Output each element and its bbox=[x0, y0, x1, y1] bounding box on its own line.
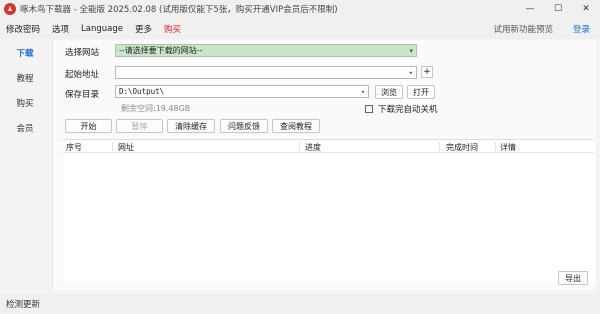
column-divider bbox=[495, 142, 496, 151]
add-url-button[interactable]: + bbox=[421, 66, 433, 78]
window-title: 啄木鸟下载器 - 全能版 2025.02.08 (试用版仅能下5张，购买开通VI… bbox=[20, 5, 338, 15]
start-url-label: 起始地址 bbox=[65, 70, 100, 80]
auto-shutdown-checkbox[interactable] bbox=[365, 105, 373, 113]
menu-change-password[interactable]: 修改密码 bbox=[0, 23, 46, 35]
chevron-down-icon: ▾ bbox=[360, 88, 365, 96]
site-select[interactable]: --请选择要下载的网站-- ▾ bbox=[115, 44, 417, 57]
menu-right-links: 试用新功能预览 登录 bbox=[493, 19, 600, 39]
start-button[interactable]: 开始 bbox=[65, 119, 112, 133]
auto-shutdown-option[interactable]: 下载完自动关机 bbox=[365, 103, 438, 115]
col-details[interactable]: 详情 bbox=[500, 142, 516, 153]
minimize-button[interactable]: — bbox=[516, 0, 544, 18]
column-divider bbox=[299, 142, 300, 151]
trial-preview-link[interactable]: 试用新功能预览 bbox=[493, 23, 553, 35]
clear-cache-button[interactable]: 清除缓存 bbox=[167, 119, 215, 133]
menu-options[interactable]: 选项 bbox=[46, 23, 75, 35]
col-index[interactable]: 序号 bbox=[66, 142, 82, 153]
start-url-input[interactable]: ▾ bbox=[115, 66, 417, 79]
login-link[interactable]: 登录 bbox=[573, 23, 590, 35]
column-divider bbox=[439, 142, 440, 151]
site-select-value: --请选择要下载的网站-- bbox=[119, 46, 203, 55]
sidebar-item-download[interactable]: 下载 bbox=[0, 40, 50, 65]
menu-buy[interactable]: 购买 bbox=[158, 23, 187, 35]
table-header: 序号 网址 进度 完成时间 详情 bbox=[63, 140, 594, 153]
task-table: 序号 网址 进度 完成时间 详情 bbox=[63, 139, 594, 282]
col-progress[interactable]: 进度 bbox=[305, 142, 321, 153]
export-button[interactable]: 导出 bbox=[558, 271, 588, 285]
sidebar: 下载 教程 购买 会员 bbox=[0, 40, 50, 290]
menu-more[interactable]: 更多 bbox=[129, 23, 158, 35]
tutorial-button[interactable]: 查阅教程 bbox=[272, 119, 320, 133]
sidebar-item-buy[interactable]: 购买 bbox=[0, 90, 50, 115]
main-panel: 选择网站 --请选择要下载的网站-- ▾ 起始地址 ▾ + 保存目录 D:\Ou… bbox=[52, 40, 596, 290]
app-logo-icon bbox=[4, 3, 16, 15]
chevron-down-icon: ▾ bbox=[408, 69, 413, 77]
free-space-text: 剩余空间:19.48GB bbox=[121, 104, 191, 113]
close-button[interactable]: ✕ bbox=[572, 0, 600, 18]
column-divider bbox=[112, 142, 113, 151]
title-bar: 啄木鸟下载器 - 全能版 2025.02.08 (试用版仅能下5张，购买开通VI… bbox=[0, 0, 600, 18]
site-label: 选择网站 bbox=[65, 48, 100, 58]
chevron-down-icon: ▾ bbox=[409, 47, 413, 55]
sidebar-item-tutorial[interactable]: 教程 bbox=[0, 65, 50, 90]
browse-button[interactable]: 浏览 bbox=[375, 85, 403, 99]
pause-button[interactable]: 暂停 bbox=[116, 119, 163, 133]
feedback-button[interactable]: 问题反馈 bbox=[220, 119, 268, 133]
open-button[interactable]: 打开 bbox=[407, 85, 435, 99]
status-bar: 检测更新 bbox=[0, 293, 600, 314]
menu-language[interactable]: Language bbox=[75, 24, 129, 34]
sidebar-item-member[interactable]: 会员 bbox=[0, 115, 50, 140]
check-update-link[interactable]: 检测更新 bbox=[6, 298, 40, 310]
menu-bar: 修改密码 选项 Language 更多 购买 试用新功能预览 登录 bbox=[0, 19, 600, 39]
col-finish-time[interactable]: 完成时间 bbox=[446, 142, 478, 153]
maximize-button[interactable]: ☐ bbox=[544, 0, 572, 18]
save-dir-input[interactable]: D:\Output\ ▾ bbox=[115, 85, 369, 98]
save-dir-value: D:\Output\ bbox=[119, 87, 165, 96]
col-url[interactable]: 网址 bbox=[118, 142, 134, 153]
auto-shutdown-label: 下载完自动关机 bbox=[378, 105, 438, 115]
save-dir-label: 保存目录 bbox=[65, 90, 100, 100]
window-controls: — ☐ ✕ bbox=[516, 0, 600, 18]
